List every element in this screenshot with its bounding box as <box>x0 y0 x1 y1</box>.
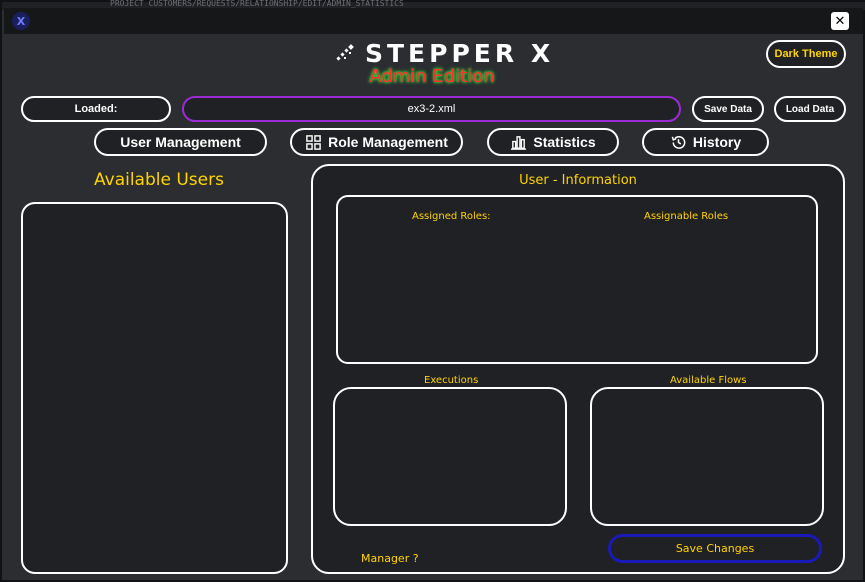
executions-list[interactable] <box>333 387 567 526</box>
available-users-list[interactable] <box>21 202 288 574</box>
available-flows-list[interactable] <box>590 387 824 526</box>
user-information-panel: User - Information Assigned Roles: Assig… <box>311 164 845 574</box>
tab-user-management[interactable]: User Management <box>94 128 267 156</box>
loaded-label: Loaded: <box>21 96 171 122</box>
tab-history[interactable]: History <box>642 128 769 156</box>
tab-label: Statistics <box>533 134 596 150</box>
roles-box: Assigned Roles: Assignable Roles <box>336 195 818 364</box>
tab-statistics[interactable]: Statistics <box>487 128 619 156</box>
assigned-roles-label: Assigned Roles: <box>412 211 491 222</box>
app-logo: STEPPER X <box>335 38 554 68</box>
load-data-button[interactable]: Load Data <box>774 96 846 122</box>
executions-label: Executions <box>424 375 479 386</box>
loaded-file-field[interactable]: ex3-2.xml <box>182 96 681 122</box>
grid-icon <box>306 134 321 150</box>
bar-chart-icon <box>511 135 527 150</box>
rocket-icon <box>336 44 354 61</box>
available-flows-label: Available Flows <box>670 375 747 386</box>
title-bar[interactable]: X ✕ <box>4 8 863 34</box>
save-data-button[interactable]: Save Data <box>692 96 764 122</box>
tab-label: User Management <box>120 134 241 150</box>
user-information-title: User - Information <box>519 173 637 188</box>
history-icon <box>671 135 686 149</box>
app-logo-icon: X <box>12 12 30 30</box>
app-window: PROJECT CUSTOMERS/REQUESTS/RELATIONSHIP/… <box>0 0 865 582</box>
tab-role-management[interactable]: Role Management <box>290 128 463 156</box>
dark-theme-button[interactable]: Dark Theme <box>766 40 846 68</box>
logo-text: STEPPER X <box>365 38 555 68</box>
available-users-title: Available Users <box>94 170 224 190</box>
assignable-roles-label: Assignable Roles <box>644 211 729 222</box>
edition-subtitle: Admin Edition <box>369 66 495 87</box>
save-changes-button[interactable]: Save Changes <box>608 534 822 563</box>
manager-checkbox-label[interactable]: Manager ? <box>361 552 419 565</box>
close-button[interactable]: ✕ <box>831 12 849 30</box>
tab-label: Role Management <box>328 134 448 150</box>
tab-label: History <box>692 134 742 150</box>
background-text: PROJECT CUSTOMERS/REQUESTS/RELATIONSHIP/… <box>110 0 404 8</box>
